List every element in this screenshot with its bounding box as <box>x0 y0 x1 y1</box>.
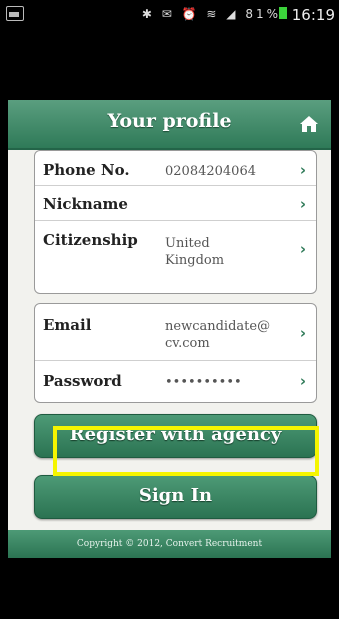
email-value-line1: newcandidate@ <box>165 319 271 334</box>
password-value: •••••••••• <box>165 375 242 390</box>
password-row[interactable]: Password •••••••••• › <box>35 361 316 402</box>
chevron-right-icon: › <box>299 195 306 213</box>
battery-icon <box>279 7 287 19</box>
profile-group: Phone No. 02084204064 › Nickname › Citiz… <box>34 150 317 294</box>
status-icons: ✱ ✉ ⏰ ≋ ◢ 81% <box>141 7 281 21</box>
citizenship-row[interactable]: Citizenship United Kingdom › <box>35 221 316 281</box>
gallery-notification-icon <box>6 6 24 21</box>
highlight-box <box>53 426 319 476</box>
citizenship-label: Citizenship <box>43 231 138 249</box>
nickname-label: Nickname <box>43 195 128 213</box>
chevron-right-icon: › <box>299 324 306 342</box>
password-label: Password <box>43 372 122 390</box>
sign-in-button[interactable]: Sign In <box>34 475 317 519</box>
app-screen: Your profile Phone No. 02084204064 › Nic… <box>8 100 331 558</box>
phone-row[interactable]: Phone No. 02084204064 › <box>35 151 316 186</box>
status-bar: ✱ ✉ ⏰ ≋ ◢ 81% 16:19 <box>0 0 339 28</box>
nickname-row[interactable]: Nickname › <box>35 186 316 221</box>
footer: Copyright © 2012, Convert Recruitment <box>8 530 331 558</box>
chevron-right-icon: › <box>299 372 306 390</box>
chevron-right-icon: › <box>299 240 306 258</box>
chevron-right-icon: › <box>299 161 306 179</box>
phone-value: 02084204064 <box>165 164 256 179</box>
header-bar: Your profile <box>8 100 331 150</box>
home-icon[interactable] <box>299 114 319 134</box>
account-group: Email newcandidate@ cv.com › Password ••… <box>34 303 317 403</box>
clock: 16:19 <box>291 6 335 24</box>
email-label: Email <box>43 316 92 334</box>
citizenship-value-line1: United <box>165 236 210 251</box>
citizenship-value-line2: Kingdom <box>165 253 225 268</box>
phone-label: Phone No. <box>43 161 130 179</box>
email-row[interactable]: Email newcandidate@ cv.com › <box>35 304 316 361</box>
page-title: Your profile <box>107 110 232 132</box>
email-value-line2: cv.com <box>165 336 210 351</box>
